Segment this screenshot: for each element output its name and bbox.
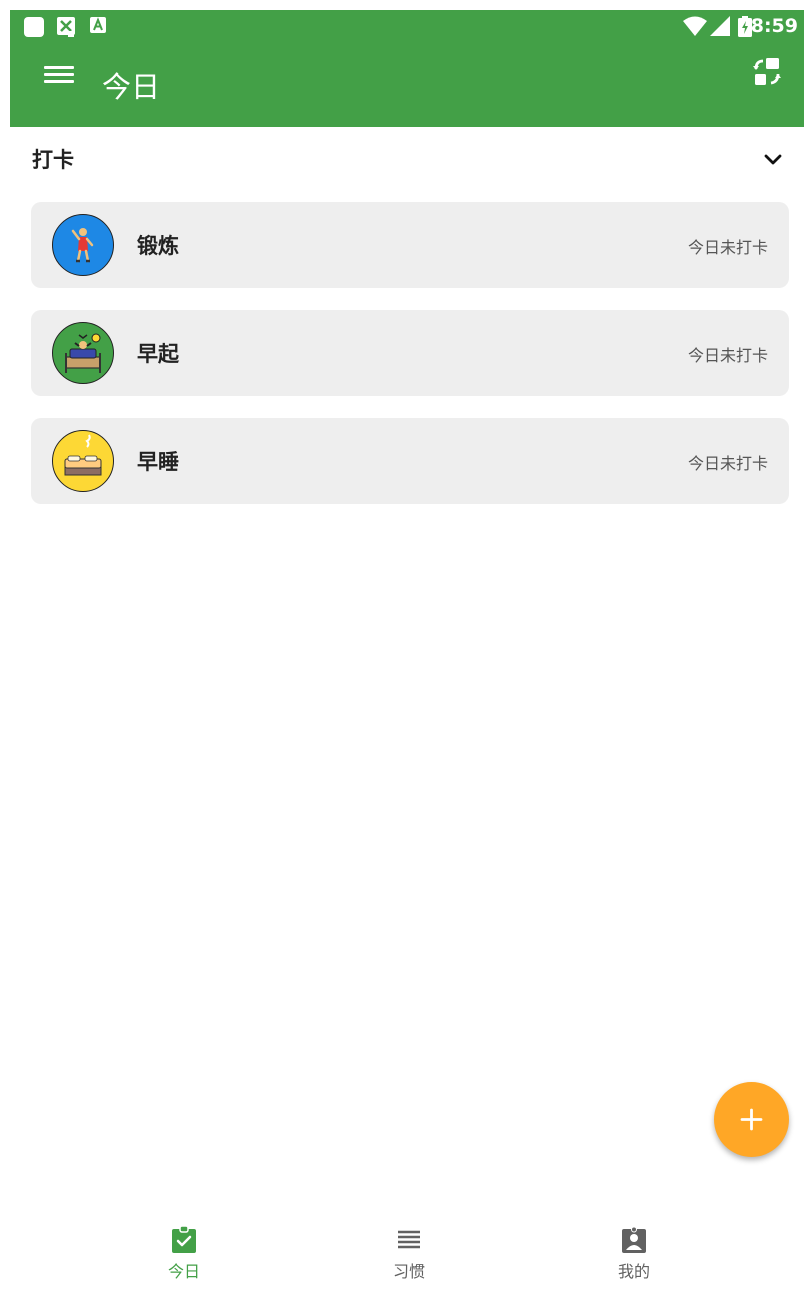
a-icon (90, 17, 106, 33)
status-time: 8:59 (750, 15, 798, 37)
habit-card-exercise[interactable]: 锻炼 今日未打卡 (31, 202, 789, 288)
sleep-icon (52, 430, 114, 492)
app-bar: 8:59 今日 (10, 10, 804, 127)
exercise-icon (52, 214, 114, 276)
habit-status: 今日未打卡 (687, 346, 768, 365)
habit-card-wake-up[interactable]: 早起 今日未打卡 (31, 310, 789, 396)
habit-name: 早起 (137, 342, 179, 366)
habit-name: 早睡 (137, 450, 179, 474)
nav-today[interactable]: 今日 (109, 1212, 259, 1292)
wake-up-icon (52, 322, 114, 384)
status-bar: 8:59 (10, 10, 804, 42)
nav-habits[interactable]: 习惯 (334, 1212, 484, 1292)
habit-status: 今日未打卡 (687, 238, 768, 257)
chevron-down-icon[interactable] (762, 148, 784, 170)
app-icon (24, 17, 44, 37)
page-title: 今日 (102, 70, 161, 104)
clipboard-check-icon (172, 1226, 196, 1253)
bottom-nav: 今日 习惯 我的 (10, 1212, 804, 1300)
nav-label-habits: 习惯 (392, 1262, 425, 1281)
nav-label-mine: 我的 (617, 1262, 650, 1281)
add-habit-button[interactable] (714, 1082, 789, 1157)
list-icon (398, 1230, 420, 1249)
nav-label-today: 今日 (167, 1262, 200, 1281)
menu-icon[interactable] (44, 62, 74, 88)
signal-icon (710, 16, 730, 36)
habit-name: 锻炼 (137, 234, 179, 258)
plus-icon (740, 1108, 763, 1131)
nav-mine[interactable]: 我的 (559, 1212, 709, 1292)
habit-status: 今日未打卡 (687, 454, 768, 473)
sync-icon[interactable] (752, 57, 782, 87)
section-title: 打卡 (32, 148, 74, 172)
habit-card-sleep[interactable]: 早睡 今日未打卡 (31, 418, 789, 504)
image-icon (57, 17, 75, 37)
profile-icon (622, 1226, 646, 1253)
frame-edge (0, 0, 10, 1300)
wifi-icon (683, 16, 707, 36)
section-header[interactable]: 打卡 (32, 144, 784, 176)
